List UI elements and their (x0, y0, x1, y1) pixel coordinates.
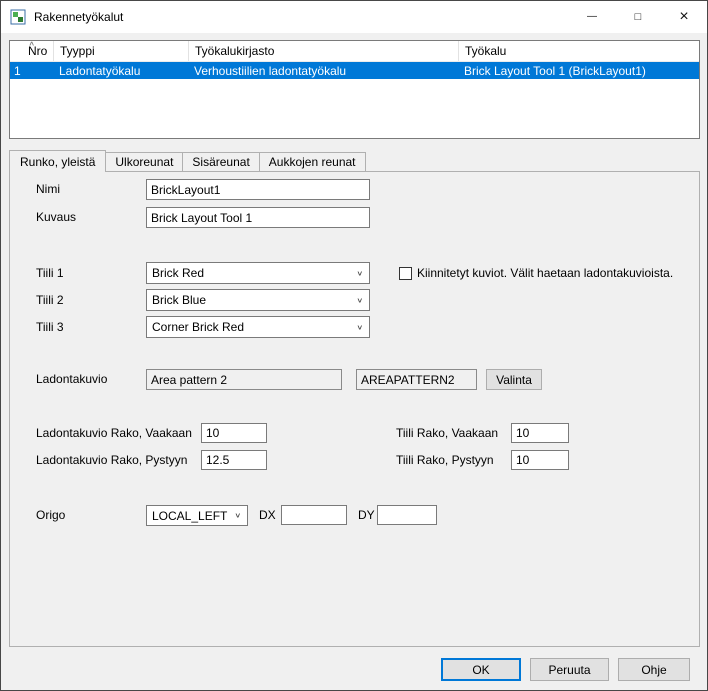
app-icon (10, 9, 26, 25)
tiili2-select[interactable]: Brick Blue ∨ (146, 289, 370, 311)
ladontakuvio-label: Ladontakuvio (36, 369, 107, 390)
chevron-down-icon: ∨ (356, 323, 363, 331)
titlebar: Rakennetyökalut — □ × (1, 1, 707, 33)
table-row[interactable]: 1 Ladontatyökalu Verhoustiilien ladontat… (10, 62, 699, 79)
minimize-button[interactable]: — (569, 1, 615, 32)
kuvio-rako-vaakaan-input[interactable] (201, 423, 267, 443)
kuvio-rako-pystyyn-label: Ladontakuvio Rako, Pystyyn (36, 450, 187, 470)
tool-list: ∧ Nro Tyyppi Työkalukirjasto Työkalu 1 L… (9, 40, 700, 139)
fixed-patterns-label: Kiinnitetyt kuviot. Välit haetaan ladont… (417, 262, 673, 284)
column-header-label: Työkalukirjasto (195, 44, 274, 58)
ok-button[interactable]: OK (441, 658, 521, 681)
tab-panel (9, 171, 700, 647)
tiili2-value: Brick Blue (152, 293, 206, 307)
minimize-icon: — (587, 11, 597, 22)
maximize-button[interactable]: □ (615, 1, 661, 32)
cell-tyokalu: Brick Layout Tool 1 (BrickLayout1) (459, 64, 699, 78)
kuvio-rako-pystyyn-input[interactable] (201, 450, 267, 470)
column-header-label: Työkalu (465, 44, 506, 58)
column-header-tyokalukirjasto[interactable]: Työkalukirjasto (189, 41, 459, 61)
tiili-rako-vaakaan-label: Tiili Rako, Vaakaan (396, 423, 498, 443)
close-button[interactable]: × (661, 1, 707, 32)
tiili-rako-pystyyn-label: Tiili Rako, Pystyyn (396, 450, 494, 470)
tiili-rako-vaakaan-input[interactable] (511, 423, 569, 443)
nimi-label: Nimi (36, 179, 60, 200)
column-header-tyyppi[interactable]: Tyyppi (54, 41, 189, 61)
kuvaus-label: Kuvaus (36, 207, 76, 228)
origo-select[interactable]: LOCAL_LEFT ∨ (146, 505, 248, 526)
valinta-button[interactable]: Valinta (486, 369, 542, 390)
cell-tyokalukirjasto: Verhoustiilien ladontatyökalu (189, 64, 459, 78)
chevron-down-icon: ∨ (356, 269, 363, 277)
dx-label: DX (259, 505, 276, 526)
tiili1-value: Brick Red (152, 266, 204, 280)
dx-input[interactable] (281, 505, 347, 525)
ladontakuvio-name-field: Area pattern 2 (146, 369, 342, 390)
tab-runko-yleista[interactable]: Runko, yleistä (9, 150, 106, 172)
tab-sisareunat[interactable]: Sisäreunat (182, 152, 259, 171)
column-header-tyokalu[interactable]: Työkalu (459, 41, 699, 61)
ohje-button[interactable]: Ohje (618, 658, 690, 681)
dialog-window: Rakennetyökalut — □ × ∧ Nro Tyyppi Työka… (0, 0, 708, 691)
tab-ulkoreunat[interactable]: Ulkoreunat (105, 152, 183, 171)
close-icon: × (679, 8, 688, 26)
tiili3-value: Corner Brick Red (152, 320, 244, 334)
kuvio-rako-vaakaan-label: Ladontakuvio Rako, Vaakaan (36, 423, 192, 443)
origo-value: LOCAL_LEFT (152, 509, 227, 523)
fixed-patterns-checkbox[interactable] (399, 267, 412, 280)
column-header-nro[interactable]: ∧ Nro (10, 41, 54, 61)
chevron-down-icon: ∨ (356, 296, 363, 304)
tiili1-label: Tiili 1 (36, 262, 64, 284)
dy-input[interactable] (377, 505, 437, 525)
tiili2-label: Tiili 2 (36, 289, 64, 311)
kuvaus-input[interactable] (146, 207, 370, 228)
window-title: Rakennetyökalut (34, 10, 123, 24)
tiili-rako-pystyyn-input[interactable] (511, 450, 569, 470)
tiili3-select[interactable]: Corner Brick Red ∨ (146, 316, 370, 338)
tab-bar: Runko, yleistä Ulkoreunat Sisäreunat Auk… (9, 150, 366, 171)
dy-label: DY (358, 505, 375, 526)
cell-tyyppi: Ladontatyökalu (54, 64, 189, 78)
nimi-input[interactable] (146, 179, 370, 200)
chevron-down-icon: ∨ (234, 511, 241, 519)
tiili3-label: Tiili 3 (36, 316, 64, 338)
column-header-label: Tyyppi (60, 44, 95, 58)
ladontakuvio-code-field: AREAPATTERN2 (356, 369, 477, 390)
list-header: ∧ Nro Tyyppi Työkalukirjasto Työkalu (10, 41, 699, 62)
peruuta-button[interactable]: Peruuta (530, 658, 609, 681)
tiili1-select[interactable]: Brick Red ∨ (146, 262, 370, 284)
cell-nro: 1 (10, 64, 54, 78)
caption-buttons: — □ × (569, 1, 707, 32)
maximize-icon: □ (635, 11, 642, 23)
tab-aukkojen-reunat[interactable]: Aukkojen reunat (259, 152, 366, 171)
sort-asc-icon: ∧ (28, 40, 35, 48)
origo-label: Origo (36, 505, 65, 526)
